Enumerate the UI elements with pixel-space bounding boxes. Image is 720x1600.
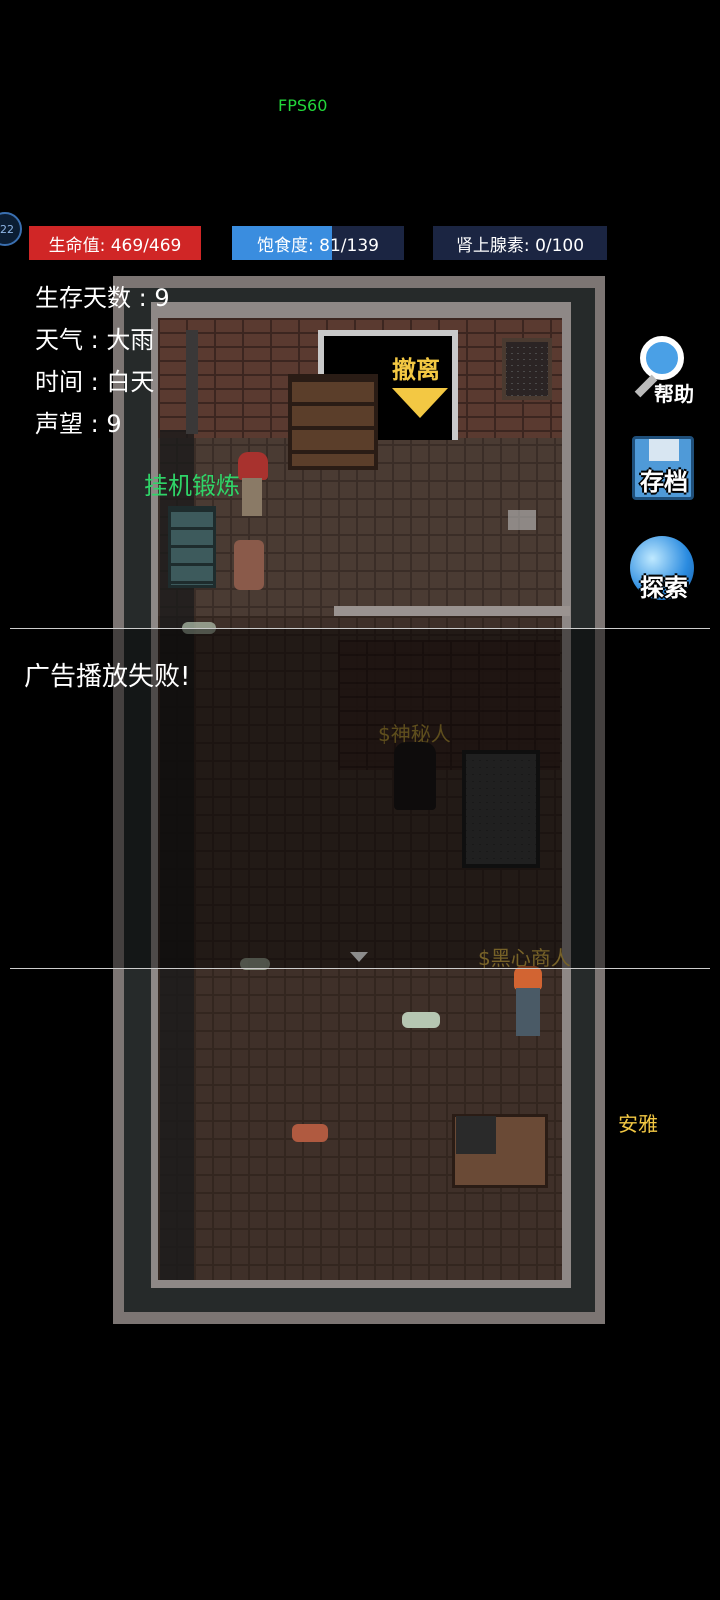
merchant-head: [514, 966, 542, 990]
player-body: [242, 478, 262, 516]
barred-window: [502, 338, 552, 400]
explore-button[interactable]: 探索: [626, 534, 702, 612]
reputation: 声望 : 9: [35, 410, 122, 438]
notification-top-line: [10, 628, 710, 629]
hunger-bar-label: 饱食度: 81/139: [257, 235, 379, 256]
save-button[interactable]: 存档: [626, 432, 702, 510]
npc-anya-label[interactable]: 安雅: [618, 1108, 658, 1137]
trash-can[interactable]: [168, 506, 216, 588]
floor-item[interactable]: [402, 1012, 440, 1028]
floor-item[interactable]: [292, 1124, 328, 1142]
fps-counter: FPS60: [278, 96, 328, 115]
survival-days: 生存天数 : 9: [35, 284, 170, 312]
hp-bar: 生命值: 469/469: [29, 226, 201, 260]
weather: 天气 : 大雨: [35, 326, 155, 354]
help-button[interactable]: 帮助: [626, 330, 702, 408]
hunger-bar: 饱食度: 81/139: [232, 226, 404, 260]
dog-companion[interactable]: [234, 540, 264, 590]
merchant-body: [516, 988, 540, 1036]
exit-arrow-icon[interactable]: [392, 388, 448, 418]
adrenaline-bar-label: 肾上腺素: 0/100: [455, 235, 585, 256]
save-label: 存档: [640, 468, 688, 496]
merchant-npc[interactable]: [510, 966, 546, 1038]
wall-pipe: [186, 330, 198, 434]
sewing-machine[interactable]: [456, 1116, 496, 1154]
explore-label: 探索: [640, 574, 688, 602]
inner-wall: [334, 606, 570, 616]
adrenaline-bar: 肾上腺素: 0/100: [433, 226, 607, 260]
hp-bar-label: 生命值: 469/469: [48, 235, 182, 256]
ad-failed-message: 广告播放失败!: [24, 662, 191, 692]
magnifier-icon: [640, 336, 684, 380]
idle-training-label[interactable]: 挂机锻炼: [144, 466, 240, 501]
floor-debris[interactable]: [508, 510, 536, 530]
level-badge[interactable]: 22: [0, 212, 22, 246]
help-label: 帮助: [654, 382, 694, 406]
notification-bottom-line: [10, 968, 710, 969]
wooden-shelf[interactable]: [288, 374, 378, 470]
exit-label[interactable]: 撤离: [392, 350, 440, 385]
time-of-day: 时间 : 白天: [35, 368, 155, 396]
player-head: [238, 452, 268, 480]
